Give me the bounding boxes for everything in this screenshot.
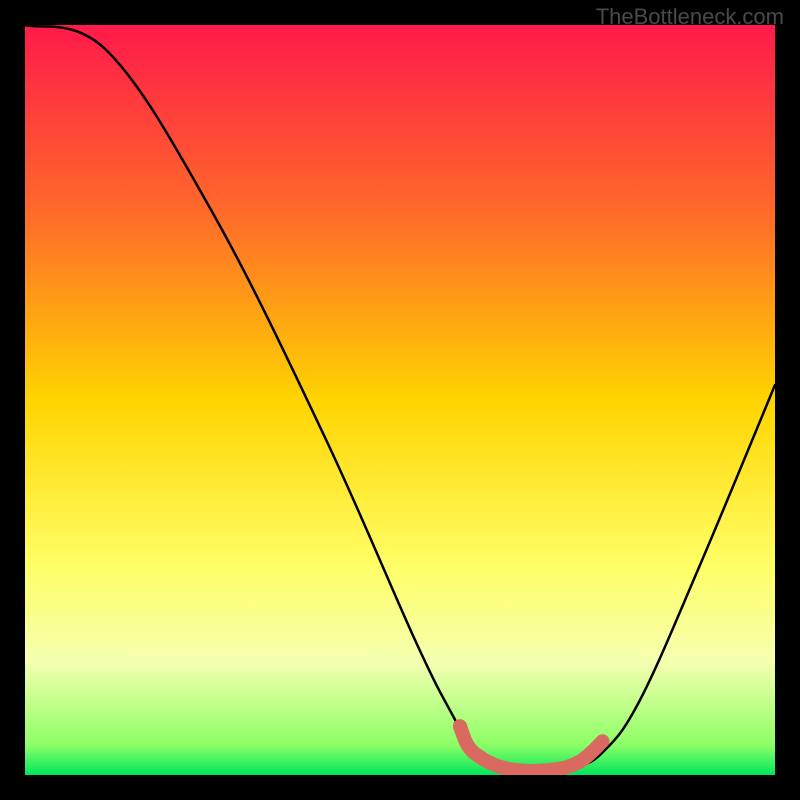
optimal-range-dot: [453, 719, 467, 733]
chart-svg: [25, 25, 775, 775]
chart-background: [25, 25, 775, 775]
watermark-text: TheBottleneck.com: [596, 4, 784, 30]
chart-plot-area: [25, 25, 775, 775]
